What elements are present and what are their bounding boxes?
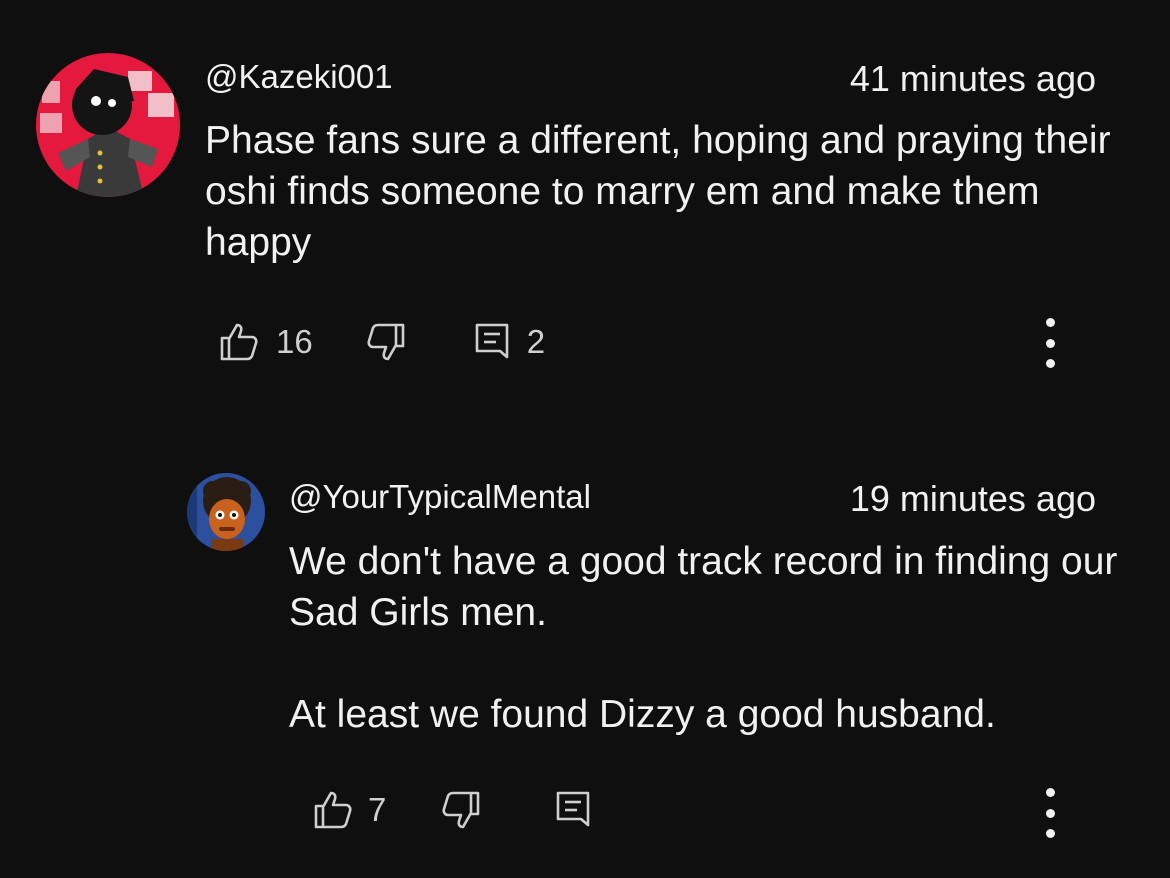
like-count: 16 <box>276 323 313 360</box>
more-options-button[interactable] <box>1035 318 1065 368</box>
dislike-button[interactable] <box>365 321 407 363</box>
more-vert-icon <box>1045 318 1055 327</box>
thumbs-up-icon <box>314 791 352 829</box>
reply-button[interactable] <box>473 321 513 363</box>
thumbs-up-icon <box>220 323 258 361</box>
reply-comment-icon <box>475 323 509 359</box>
cartoon-character-avatar-icon <box>187 473 265 551</box>
more-options-button[interactable] <box>1035 788 1065 838</box>
comment-text: We don't have a good track record in fin… <box>289 540 1118 736</box>
comment-actions: 7 <box>312 788 594 832</box>
thumbs-down-icon <box>367 323 405 361</box>
comment-timestamp: 19 minutes ago <box>849 478 1096 519</box>
like-button[interactable] <box>312 789 354 831</box>
comment-author[interactable]: @YourTypicalMental <box>289 478 591 516</box>
reply-comment-icon <box>557 791 590 827</box>
comment-author[interactable]: @Kazeki001 <box>205 58 393 96</box>
like-count: 7 <box>368 791 387 828</box>
avatar[interactable] <box>36 53 180 197</box>
reply-count: 2 <box>526 323 546 360</box>
dislike-button[interactable] <box>440 789 482 831</box>
comment-timestamp: 41 minutes ago <box>849 58 1096 99</box>
more-vert-icon <box>1045 788 1055 797</box>
like-button[interactable] <box>218 321 260 363</box>
avatar[interactable] <box>187 473 265 551</box>
reply-button[interactable] <box>554 789 594 831</box>
comment-actions: 16 2 <box>218 320 545 364</box>
thumbs-down-icon <box>442 791 480 829</box>
anime-character-avatar-icon <box>36 53 180 197</box>
comment-text: Phase fans sure a different, hoping and … <box>205 119 1111 264</box>
